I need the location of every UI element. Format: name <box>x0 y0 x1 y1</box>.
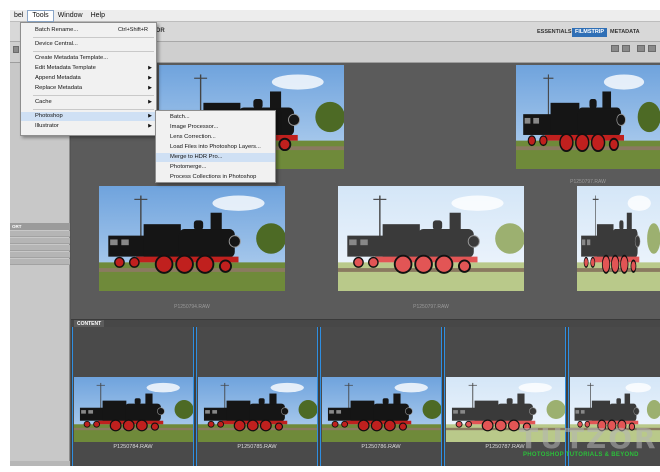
thumbnail-caption: P1250797.RAW <box>570 179 606 185</box>
thumbnail-caption: P1250797.RAW <box>413 304 449 310</box>
menu-item-photoshop[interactable]: Photoshop ▶ <box>21 112 156 121</box>
content-panel-header: CONTENT <box>71 319 660 328</box>
menu-item-cache[interactable]: Cache ▶ <box>21 98 156 107</box>
panel-row[interactable] <box>10 259 70 265</box>
train-photo <box>322 377 441 442</box>
train-photo <box>577 186 660 291</box>
panel-row[interactable] <box>10 231 70 237</box>
bridge-window: bel Tools Window Help DR ESSENTIALS FILM… <box>10 10 660 466</box>
menu-bar: bel Tools Window Help <box>10 10 660 22</box>
train-photo <box>74 377 193 442</box>
train-photo <box>338 186 524 291</box>
submenu-item-merge-hdr-pro[interactable]: Merge to HDR Pro... <box>156 153 275 162</box>
menu-item-illustrator[interactable]: Illustrator ▶ <box>21 122 156 131</box>
train-photo <box>99 186 285 291</box>
train-photo <box>516 65 660 169</box>
filmstrip-item[interactable]: P1250784.RAW <box>72 327 194 466</box>
submenu-item-process-collections[interactable]: Process Collections in Photoshop <box>156 173 275 182</box>
panel-row[interactable] <box>10 252 70 258</box>
file-name: P1250785.RAW <box>237 444 277 450</box>
menu-tools[interactable]: Tools <box>27 10 54 22</box>
menu-item-batch-rename[interactable]: Batch Rename... Ctrl+Shift+R <box>21 26 156 35</box>
breadcrumb[interactable]: DR <box>156 28 165 34</box>
filmstrip-item[interactable]: P1250785.RAW <box>196 327 318 466</box>
watermark-tagline: PHOTOSHOP TUTORIALS & BEYOND <box>523 452 639 458</box>
submenu-item-load-files-layers[interactable]: Load Files into Photoshop Layers... <box>156 143 275 152</box>
menu-item-create-metadata-template[interactable]: Create Metadata Template... <box>21 54 156 63</box>
thumbnail-caption: P1250794.RAW <box>174 304 210 310</box>
menu-window[interactable]: Window <box>54 10 87 22</box>
workspace-filmstrip[interactable]: FILMSTRIP <box>572 28 608 37</box>
panel-row[interactable] <box>10 238 70 244</box>
photoshop-submenu: Batch... Image Processor... Lens Correct… <box>155 110 276 183</box>
view-grid-icon[interactable] <box>611 45 619 52</box>
menu-item-device-central[interactable]: Device Central... <box>21 40 156 49</box>
workspace-metadata[interactable]: METADATA <box>607 28 643 37</box>
submenu-item-photomerge[interactable]: Photomerge... <box>156 163 275 172</box>
file-name: P1250786.RAW <box>361 444 401 450</box>
submenu-item-lens-correction[interactable]: Lens Correction... <box>156 133 275 142</box>
train-photo <box>198 377 317 442</box>
menu-item-append-metadata[interactable]: Append Metadata ▶ <box>21 74 156 83</box>
content-grid: P1250797.RAW P1250794.RAW P1250797.RAW <box>71 63 660 319</box>
menu-item-edit-metadata-template[interactable]: Edit Metadata Template ▶ <box>21 64 156 73</box>
panel-icon[interactable] <box>13 46 19 53</box>
thumbnail-cell[interactable]: P1250797.RAW <box>338 186 524 310</box>
thumbnail-cell[interactable]: P1250794.RAW <box>99 186 285 310</box>
search-icon[interactable] <box>637 45 645 52</box>
menu-item-replace-metadata[interactable]: Replace Metadata ▶ <box>21 84 156 93</box>
watermark-logo: TUTZOR PHOTOSHOP TUTORIALS & BEYOND <box>519 422 659 462</box>
menu-label[interactable]: bel <box>10 10 27 22</box>
submenu-item-image-processor[interactable]: Image Processor... <box>156 123 275 132</box>
filmstrip-item[interactable]: P1250786.RAW <box>320 327 442 466</box>
panel-row[interactable] <box>10 245 70 251</box>
watermark-brand: TUTZOR <box>519 422 658 455</box>
options-icon[interactable] <box>648 45 656 52</box>
menu-help[interactable]: Help <box>87 10 109 22</box>
thumbnail-cell[interactable]: P1250797.RAW <box>516 65 660 185</box>
tools-menu: Batch Rename... Ctrl+Shift+R Device Centr… <box>20 22 157 136</box>
workspace-essentials[interactable]: ESSENTIALS <box>534 28 575 37</box>
panel-header[interactable]: ORT <box>10 223 70 230</box>
file-name: P1250784.RAW <box>113 444 153 450</box>
submenu-item-batch[interactable]: Batch... <box>156 113 275 122</box>
status-bar <box>10 461 70 466</box>
view-list-icon[interactable] <box>622 45 630 52</box>
thumbnail-cell[interactable] <box>577 186 660 291</box>
